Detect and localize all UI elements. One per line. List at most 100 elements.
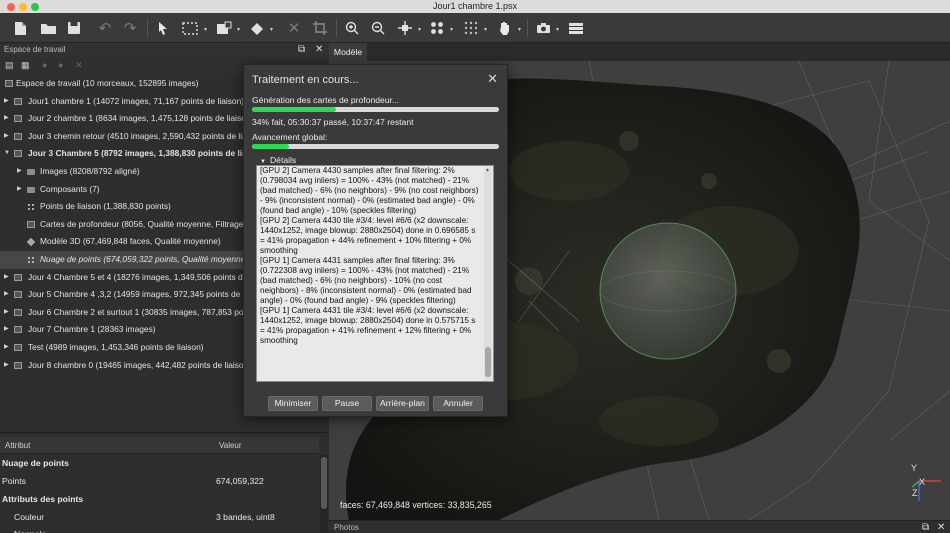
task-progress-fill (252, 107, 336, 112)
expand-arrow-icon[interactable]: ▶ (17, 163, 22, 181)
workspace-panel-header: Espace de travail ⧉ ✕ (0, 43, 329, 57)
expand-arrow-icon[interactable]: ▶ (17, 181, 22, 199)
expand-arrow-icon[interactable]: ▶ (4, 93, 9, 111)
cancel-button[interactable]: Annuler (433, 396, 483, 411)
task-label: Génération des cartes de profondeur... (252, 95, 400, 105)
tab-model[interactable]: Modèle (329, 43, 367, 61)
minimize-button[interactable]: Minimiser (268, 396, 318, 411)
attribute-key: Points (2, 476, 26, 486)
maximize-window-button[interactable] (31, 3, 39, 11)
log-line: [GPU 1] Camera 4431 tile #3/4: level #6/… (260, 306, 476, 345)
overall-label: Avancement global: (252, 132, 328, 142)
axis-x-label: X (919, 477, 926, 487)
undock-photos-icon[interactable]: ⧉ (922, 522, 929, 533)
rectangle-selection-icon[interactable] (179, 17, 201, 39)
zoom-in-icon[interactable] (342, 17, 362, 39)
show-points-icon[interactable] (461, 17, 481, 39)
open-folder-icon[interactable] (37, 17, 59, 39)
details-label: Détails (269, 155, 297, 165)
minimize-window-button[interactable] (19, 3, 27, 11)
close-panel-icon[interactable]: ✕ (315, 43, 323, 57)
tree-item-label: Jour 4 Chambre 5 et 4 (18276 images, 1,3… (28, 271, 277, 282)
crop-icon[interactable] (310, 17, 330, 39)
save-icon[interactable] (64, 17, 84, 39)
undo-icon[interactable]: ↶ (95, 17, 115, 39)
points-dropdown-arrow[interactable]: ▾ (484, 26, 487, 33)
expand-arrow-icon[interactable]: ▶ (4, 110, 9, 128)
tree-item-label: Jour 5 Chambre 4 ,3,2 (14959 images, 972… (28, 289, 270, 300)
attribute-row: Normale (0, 526, 319, 533)
background-button[interactable]: Arrière-plan (376, 396, 429, 411)
toolbar-separator (527, 19, 528, 37)
main-toolbar: ↶ ↷ ▾ ▾ ▾ ✕ ▾ ▾ ▾ ▾ ▾ (0, 13, 950, 43)
attributes-scroll-thumb[interactable] (321, 457, 327, 509)
zoom-out-icon[interactable] (368, 17, 388, 39)
chunk-icon (14, 273, 22, 281)
details-log[interactable]: [GPU 2] Camera 4430 samples after final … (256, 165, 494, 382)
layers-icon[interactable] (565, 17, 587, 39)
navigation-arrow-icon[interactable] (153, 17, 173, 39)
log-line: [GPU 1] Camera 4431 samples after final … (260, 256, 472, 305)
task-progress-bar (252, 107, 499, 112)
capture-dropdown-arrow[interactable]: ▾ (556, 26, 559, 33)
attribute-key: Couleur (14, 512, 45, 522)
tree-root-label: Espace de travail (10 morceaux, 152895 i… (16, 78, 199, 88)
close-photos-icon[interactable]: ✕ (937, 522, 945, 533)
disable-icon[interactable]: ● (58, 60, 63, 70)
redo-icon[interactable]: ↷ (120, 17, 140, 39)
delete-icon[interactable]: ✕ (284, 17, 304, 39)
expand-arrow-icon[interactable]: ▶ (4, 339, 9, 357)
enable-icon[interactable]: ● (42, 60, 47, 70)
capture-view-icon[interactable] (533, 17, 553, 39)
expand-arrow-icon[interactable]: ▶ (4, 286, 9, 304)
rotate-region-icon[interactable] (246, 17, 268, 39)
attribute-column-header[interactable]: Attribut (5, 441, 30, 450)
attribute-value: 3 bandes, uint8 (216, 512, 275, 522)
expand-arrow-icon[interactable]: ▶ (4, 269, 9, 287)
axis-z-label: Z (912, 488, 918, 498)
log-text: [GPU 2] Camera 4430 samples after final … (260, 166, 482, 346)
add-chunk-icon[interactable]: ▤ (5, 60, 14, 71)
close-dialog-icon[interactable]: ✕ (487, 71, 498, 87)
expand-arrow-icon[interactable]: ▶ (4, 357, 9, 375)
new-document-icon[interactable] (10, 17, 30, 39)
close-window-button[interactable] (7, 3, 15, 11)
chunk-icon (14, 326, 22, 334)
move-object-icon[interactable] (394, 17, 416, 39)
expand-arrow-icon[interactable]: ▶ (4, 128, 9, 146)
attribute-group-row: Nuage de points (0, 455, 319, 472)
scroll-up-icon[interactable]: ▲ (485, 167, 490, 173)
region-dropdown-arrow[interactable]: ▾ (237, 26, 240, 33)
move-dropdown-arrow[interactable]: ▾ (418, 26, 421, 33)
show-cameras-icon[interactable] (427, 17, 447, 39)
hand-tool-icon[interactable] (494, 17, 516, 39)
cameras-dropdown-arrow[interactable]: ▾ (450, 26, 453, 33)
tree-item-label: Images (8208/8792 aligné) (40, 166, 140, 176)
expand-arrow-icon[interactable]: ▶ (4, 321, 9, 339)
tree-item-label: Nuage de points (674,059,322 points, Qua… (40, 254, 249, 264)
collapse-arrow-icon[interactable]: ▼ (4, 145, 10, 163)
attributes-table-header: Attribut Valeur (0, 437, 319, 454)
photos-panel-header: Photos ⧉ ✕ (329, 520, 950, 533)
tree-item-label: Jour 3 chemin retour (4510 images, 2,590… (28, 130, 265, 141)
add-photos-icon[interactable]: ▦ (21, 60, 30, 71)
expand-arrow-icon[interactable]: ▶ (4, 304, 9, 322)
tie-points-icon (27, 203, 35, 211)
processing-dialog: Traitement en cours... ✕ Génération des … (243, 64, 508, 417)
attribute-row: Points 674,059,322 (0, 473, 319, 490)
attribute-group-row: Attributs des points (0, 491, 319, 508)
details-toggle[interactable]: ▼ Détails (260, 155, 296, 165)
attributes-scrollbar[interactable] (320, 455, 328, 533)
pause-button[interactable]: Pause (322, 396, 372, 411)
undock-panel-icon[interactable]: ⧉ (298, 43, 305, 57)
hand-dropdown-arrow[interactable]: ▾ (518, 26, 521, 33)
selection-dropdown-arrow[interactable]: ▾ (204, 26, 207, 33)
rotate-dropdown-arrow[interactable]: ▾ (270, 26, 273, 33)
value-column-header[interactable]: Valeur (219, 441, 242, 450)
log-scroll-thumb[interactable] (485, 347, 491, 377)
remove-icon[interactable]: ✕ (75, 60, 83, 71)
log-scrollbar[interactable]: ▲ (484, 167, 492, 380)
tree-item-label: Jour 3 Chambre 5 (8792 images, 1,388,830… (28, 148, 267, 159)
window-title: Jour1 chambre 1.psx (432, 1, 518, 11)
resize-region-icon[interactable] (213, 17, 235, 39)
